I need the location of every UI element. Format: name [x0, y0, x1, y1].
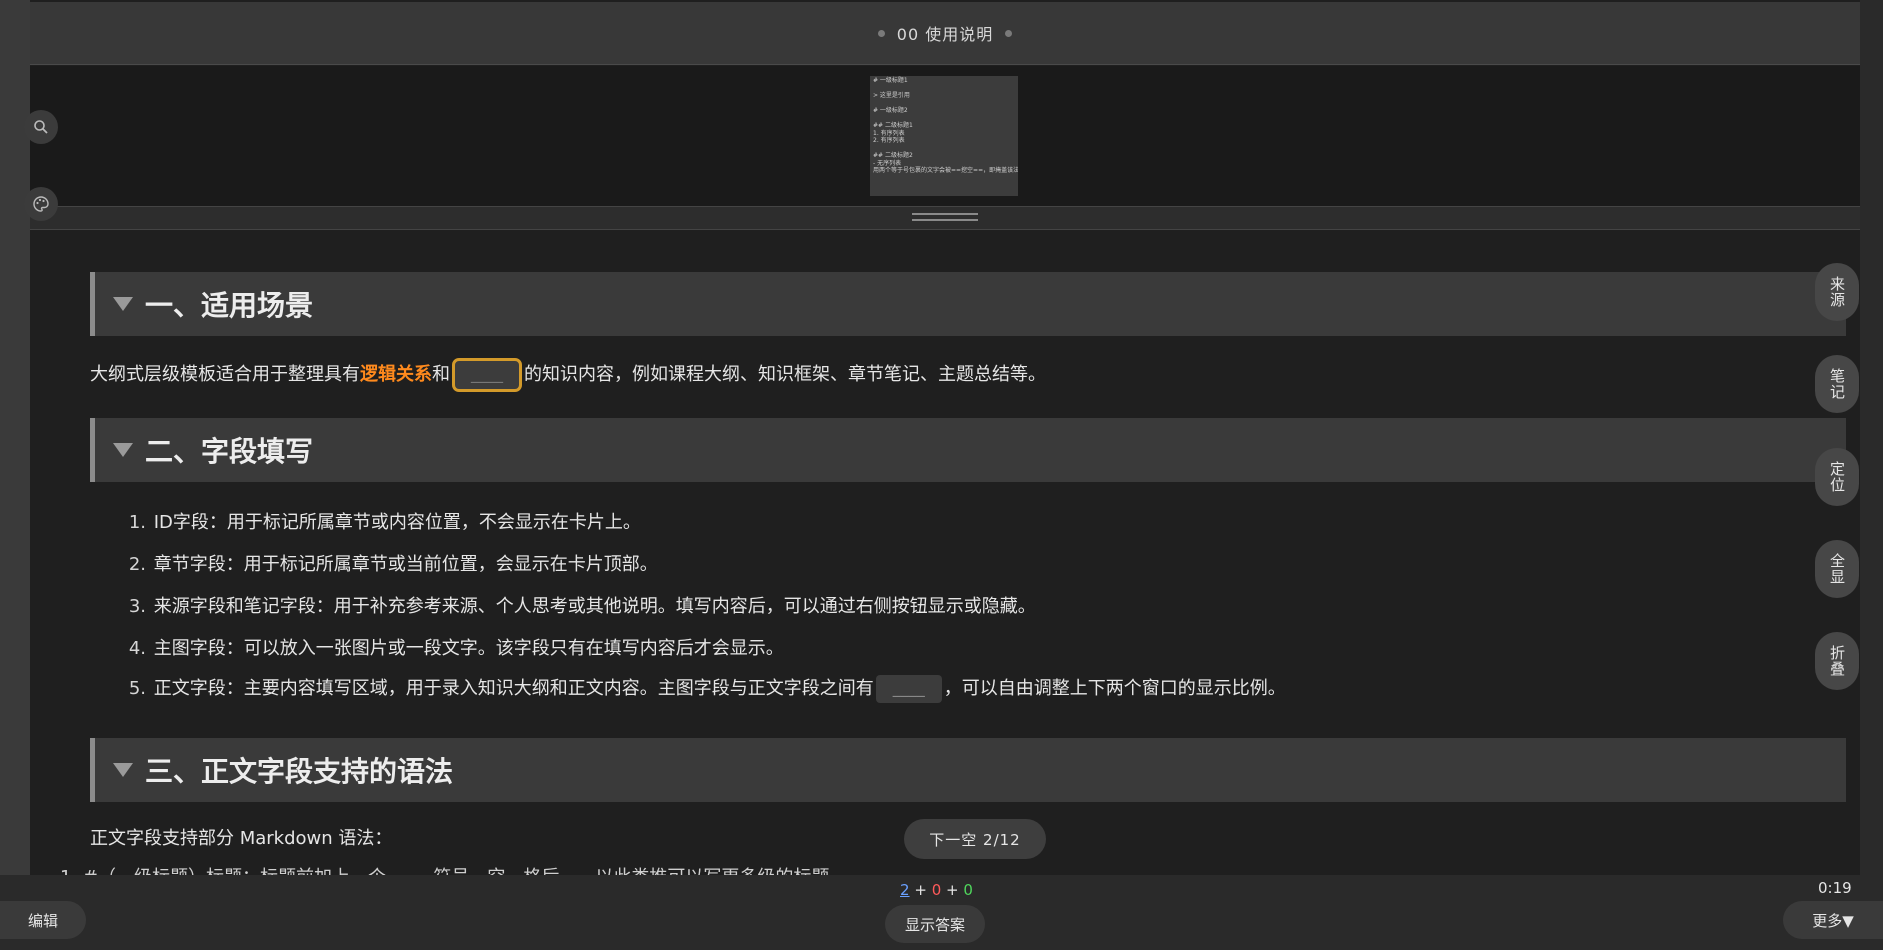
list-text: ID字段：用于标记所属章节或内容位置，不会显示在卡片上。 — [153, 512, 641, 533]
list-item: 1. ID字段：用于标记所属章节或内容位置，不会显示在卡片上。 — [120, 508, 641, 534]
section-heading-2[interactable]: 二、字段填写 — [90, 418, 1846, 482]
header-dot-left — [877, 29, 885, 37]
card-header: 00 使用说明 — [30, 2, 1860, 65]
paragraph-text: 的知识内容，例如课程大纲、知识框架、章节笔记、主题总结等。 — [524, 364, 1046, 385]
list-text: 来源字段和笔记字段：用于补充参考来源、个人思考或其他说明。填写内容后，可以通过右… — [153, 596, 1036, 617]
toggle-source-button[interactable]: 来源 — [1815, 263, 1859, 321]
cloze-blank[interactable]: ____ — [875, 675, 942, 703]
list-item: 4. 主图字段：可以放入一张图片或一段文字。该字段只有在填写内容后才会显示。 — [120, 634, 784, 660]
list-item: 2. 章节字段：用于标记所属章节或当前位置，会显示在卡片顶部。 — [120, 550, 658, 576]
list-number: 1. — [128, 512, 146, 533]
collapse-caret-icon[interactable] — [113, 443, 133, 457]
list-number: 3. — [128, 596, 146, 617]
resize-splitter[interactable] — [30, 206, 1860, 230]
edit-button[interactable]: 编辑 — [0, 901, 86, 939]
main-image-field: # 一级标题1 > 这里是引用 # 一级标题2 ## 二级标题1 1. 有序列表… — [30, 66, 1860, 206]
section-heading-3[interactable]: 三、正文字段支持的语法 — [90, 738, 1846, 802]
list-text: 章节字段：用于标记所属章节或当前位置，会显示在卡片顶部。 — [153, 554, 658, 575]
section1-paragraph: 大纲式层级模板适合用于整理具有逻辑关系和 ____ 的知识内容，例如课程大纲、知识框… — [90, 358, 1046, 392]
next-blank-button[interactable]: 下一空 2/12 — [904, 819, 1046, 859]
list-text: ，可以自由调整上下两个窗口的显示比例。 — [943, 678, 1286, 699]
search-icon — [34, 120, 48, 134]
collapse-all-button[interactable]: 折叠 — [1815, 632, 1859, 690]
list-item: 5. 正文字段：主要内容填写区域，用于录入知识大纲和正文内容。主图字段与正文字段… — [120, 674, 1286, 703]
counter-review: 0 — [963, 881, 973, 899]
collapse-caret-icon[interactable] — [113, 297, 133, 311]
card: 00 使用说明 # 一级标题1 > 这里是引用 # 一级标题2 ## 二级标题1… — [30, 0, 1860, 875]
palette-icon — [33, 196, 49, 212]
section-heading-text: 二、字段填写 — [145, 435, 314, 468]
paragraph-text: 大纲式层级模板适合用于整理具有 — [90, 364, 360, 385]
list-text: 主图字段：可以放入一张图片或一段文字。该字段只有在填写内容后才会显示。 — [153, 638, 784, 659]
search-button[interactable] — [24, 110, 58, 144]
partial-text: 1. #（一级标题）标题：标题前加上一个 ____ 符号，空一格后……以此类推可… — [60, 867, 847, 875]
list-number: 4. — [128, 638, 146, 659]
card-title: 00 使用说明 — [896, 25, 994, 44]
list-item: 3. 来源字段和笔记字段：用于补充参考来源、个人思考或其他说明。填写内容后，可以… — [120, 592, 1036, 618]
list-text: 正文字段：主要内容填写区域，用于录入知识大纲和正文内容。主图字段与正文字段之间有 — [153, 678, 874, 699]
section-heading-text: 一、适用场景 — [145, 289, 314, 322]
paragraph-text: 和 — [432, 364, 450, 385]
counter-plus: + — [914, 881, 927, 899]
theme-button[interactable] — [24, 187, 58, 221]
header-dot-right — [1005, 29, 1013, 37]
splitter-grip-line — [912, 213, 978, 215]
counter-new: 2 — [900, 881, 910, 899]
section-heading-text: 三、正文字段支持的语法 — [145, 755, 454, 788]
cloze-blank-active[interactable]: ____ — [452, 358, 522, 392]
review-counter: 2 + 0 + 0 — [900, 881, 973, 899]
list-number: 5. — [128, 678, 146, 699]
show-answer-button[interactable]: 显示答案 — [885, 905, 985, 943]
more-menu-button[interactable]: 更多▼ — [1783, 901, 1883, 939]
collapse-caret-icon[interactable] — [113, 763, 133, 777]
timer: 0:19 — [1818, 879, 1852, 897]
counter-learning: 0 — [931, 881, 942, 899]
highlight-text: 逻辑关系 — [360, 364, 432, 385]
section3-paragraph: 正文字段支持部分 Markdown 语法： — [90, 828, 393, 849]
partial-list-line: 1. #（一级标题）标题：标题前加上一个 ____ 符号，空一格后……以此类推可… — [60, 863, 847, 875]
main-image-preview[interactable]: # 一级标题1 > 这里是引用 # 一级标题2 ## 二级标题1 1. 有序列表… — [870, 76, 1018, 196]
counter-plus: + — [946, 881, 959, 899]
section-heading-1[interactable]: 一、适用场景 — [90, 272, 1846, 336]
list-number: 2. — [128, 554, 146, 575]
toggle-notes-button[interactable]: 笔记 — [1815, 355, 1859, 413]
body-content: 一、适用场景 大纲式层级模板适合用于整理具有逻辑关系和 ____ 的知识内容，例如课… — [60, 228, 1860, 875]
splitter-grip-line — [912, 219, 978, 221]
show-all-button[interactable]: 全显 — [1815, 540, 1859, 598]
locate-button[interactable]: 定位 — [1815, 448, 1859, 506]
